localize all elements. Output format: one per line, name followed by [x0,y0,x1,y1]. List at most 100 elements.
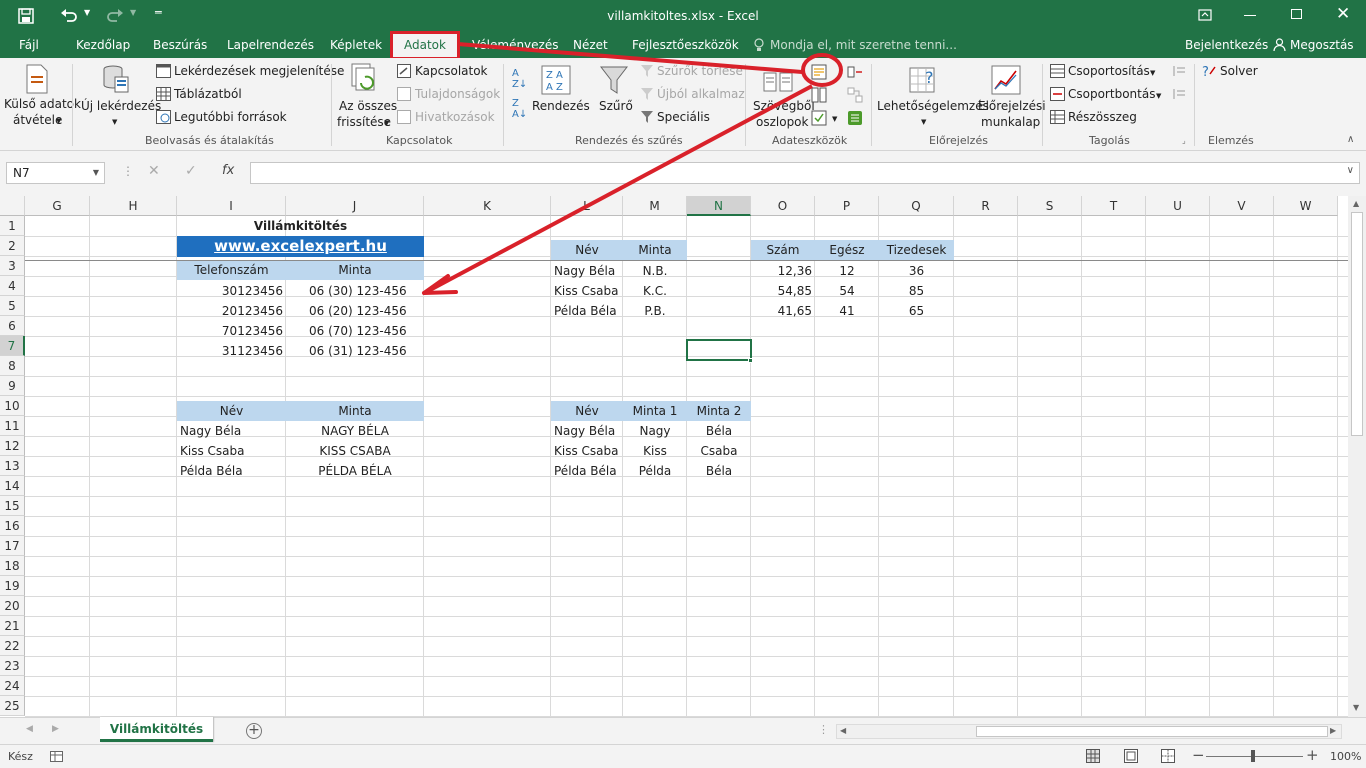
int-value[interactable]: 54 [815,281,879,301]
scroll-left-icon[interactable]: ◀ [840,726,846,735]
minimize-button[interactable] [1244,15,1256,16]
macro-record-icon[interactable] [50,751,63,762]
column-header-O[interactable]: O [751,196,815,216]
row-header[interactable]: 11 [0,416,25,436]
sort-za-icon[interactable]: Z A↓ [512,98,527,120]
add-sheet-button[interactable]: + [246,723,262,739]
advanced-filter-button[interactable]: Speciális [657,110,710,125]
num-value[interactable]: 54,85 [751,281,815,301]
sheet-title[interactable]: Villámkitöltés [177,216,424,236]
column-header-I[interactable]: I [177,196,286,216]
dec-value[interactable]: 65 [879,301,954,321]
clear-filters-button[interactable]: Szűrők törlése [657,64,743,79]
text-to-columns-label-2[interactable]: oszlopok [756,115,808,130]
tab-view[interactable]: Nézet [573,33,608,58]
data-validation-icon[interactable] [811,110,827,126]
edit-links-button[interactable]: Hivatkozások [415,110,495,125]
upper-name[interactable]: Nagy Béla [177,421,286,441]
active-cell-n7[interactable] [686,339,752,361]
row-header[interactable]: 24 [0,676,25,696]
split-name[interactable]: Példa Béla [551,461,623,481]
scroll-down-icon[interactable]: ▼ [1353,703,1359,712]
int-value[interactable]: 41 [815,301,879,321]
init-name[interactable]: Példa Béla [551,301,623,321]
column-header-G[interactable]: G [25,196,90,216]
phone-header[interactable]: Telefonszám [177,260,286,280]
split-p1-header[interactable]: Minta 1 [623,401,687,421]
what-if-analysis-button[interactable]: Lehetőségelemzés [877,99,989,114]
init-value[interactable]: P.B. [623,301,687,321]
phone-formatted[interactable]: 06 (20) 123-456 [306,301,424,321]
data-model-icon[interactable] [847,110,863,126]
page-layout-view-icon[interactable] [1124,749,1138,763]
recent-sources-button[interactable]: Legutóbbi források [174,110,287,125]
horizontal-scrollbar[interactable]: ◀ ▶ [836,724,1342,739]
init-value[interactable]: K.C. [623,281,687,301]
phone-pattern-header[interactable]: Minta [286,260,424,280]
num-header[interactable]: Szám [751,240,815,260]
num-value[interactable]: 41,65 [751,301,815,321]
split-first[interactable]: Nagy [623,421,687,441]
dec-header[interactable]: Tizedesek [879,240,954,260]
filter-button[interactable]: Szűrő [599,99,633,114]
cancel-entry-icon[interactable]: ✕ [148,163,160,179]
ungroup-button[interactable]: Csoportbontás [1068,87,1155,102]
refresh-all-label-1[interactable]: Az összes [339,99,397,114]
row-header[interactable]: 7 [0,336,25,356]
formula-input[interactable]: ∨ [250,162,1360,184]
refresh-all-label-2[interactable]: frissítése [337,115,391,130]
row-header[interactable]: 16 [0,516,25,536]
column-header-M[interactable]: M [623,196,687,216]
horizontal-scroll-thumb[interactable] [976,726,1328,737]
confirm-entry-icon[interactable]: ✓ [185,163,197,179]
int-value[interactable]: 12 [815,261,879,281]
tab-page-layout[interactable]: Lapelrendezés [227,33,314,58]
row-header[interactable]: 3 [0,256,25,276]
tab-formulas[interactable]: Képletek [330,33,382,58]
sort-az-icon[interactable]: A Z↓ [512,68,527,90]
tell-me-search[interactable]: Mondja el, mit szeretne tenni... [770,33,957,58]
split-name[interactable]: Nagy Béla [551,421,623,441]
num-value[interactable]: 12,36 [751,261,815,281]
text-to-columns-label-1[interactable]: Szövegből [753,99,815,114]
show-queries-button[interactable]: Lekérdezések megjelenítése [174,64,344,79]
flash-fill-icon[interactable] [811,64,827,80]
upper-name[interactable]: Kiss Csaba [177,441,286,461]
column-header-L[interactable]: L [551,196,623,216]
get-external-data-label-2[interactable]: átvétele [13,113,62,128]
sort-button[interactable]: Rendezés [532,99,590,114]
fill-handle[interactable] [748,358,753,363]
column-header-P[interactable]: P [815,196,879,216]
select-all-corner[interactable] [0,196,25,216]
init-value[interactable]: N.B. [623,261,687,281]
row-header[interactable]: 23 [0,656,25,676]
collapse-ribbon-icon[interactable]: ∧ [1347,134,1354,145]
chevron-down-icon[interactable]: ∨ [1347,165,1354,176]
solver-button[interactable]: Solver [1220,64,1258,79]
zoom-in-icon[interactable]: + [1306,746,1319,764]
relationships-icon[interactable] [847,87,863,103]
row-header[interactable]: 25 [0,696,25,716]
row-header[interactable]: 20 [0,596,25,616]
init-pattern-header[interactable]: Minta [623,240,687,260]
ribbon-display-options-icon[interactable] [1198,9,1212,21]
scroll-sheets-right-icon[interactable]: ▶ [52,724,59,734]
phone-formatted[interactable]: 06 (70) 123-456 [306,321,424,341]
row-header[interactable]: 10 [0,396,25,416]
scroll-sheets-left-icon[interactable]: ◀ [26,724,33,734]
zoom-slider[interactable] [1206,750,1303,762]
dec-value[interactable]: 85 [879,281,954,301]
column-header-U[interactable]: U [1146,196,1210,216]
row-header[interactable]: 15 [0,496,25,516]
from-table-button[interactable]: Táblázatból [174,87,242,102]
remove-duplicates-icon[interactable] [811,87,827,103]
column-header-H[interactable]: H [90,196,177,216]
tab-insert[interactable]: Beszúrás [153,33,207,58]
scroll-up-icon[interactable]: ▲ [1353,199,1359,208]
scroll-right-icon[interactable]: ▶ [1330,726,1336,735]
website-link[interactable]: www.excelexpert.hu [177,236,424,257]
upper-value[interactable]: PÉLDA BÉLA [286,461,424,481]
forecast-sheet-label-1[interactable]: Előrejelzési [978,99,1046,114]
restore-button[interactable] [1291,9,1302,19]
column-header-Q[interactable]: Q [879,196,954,216]
